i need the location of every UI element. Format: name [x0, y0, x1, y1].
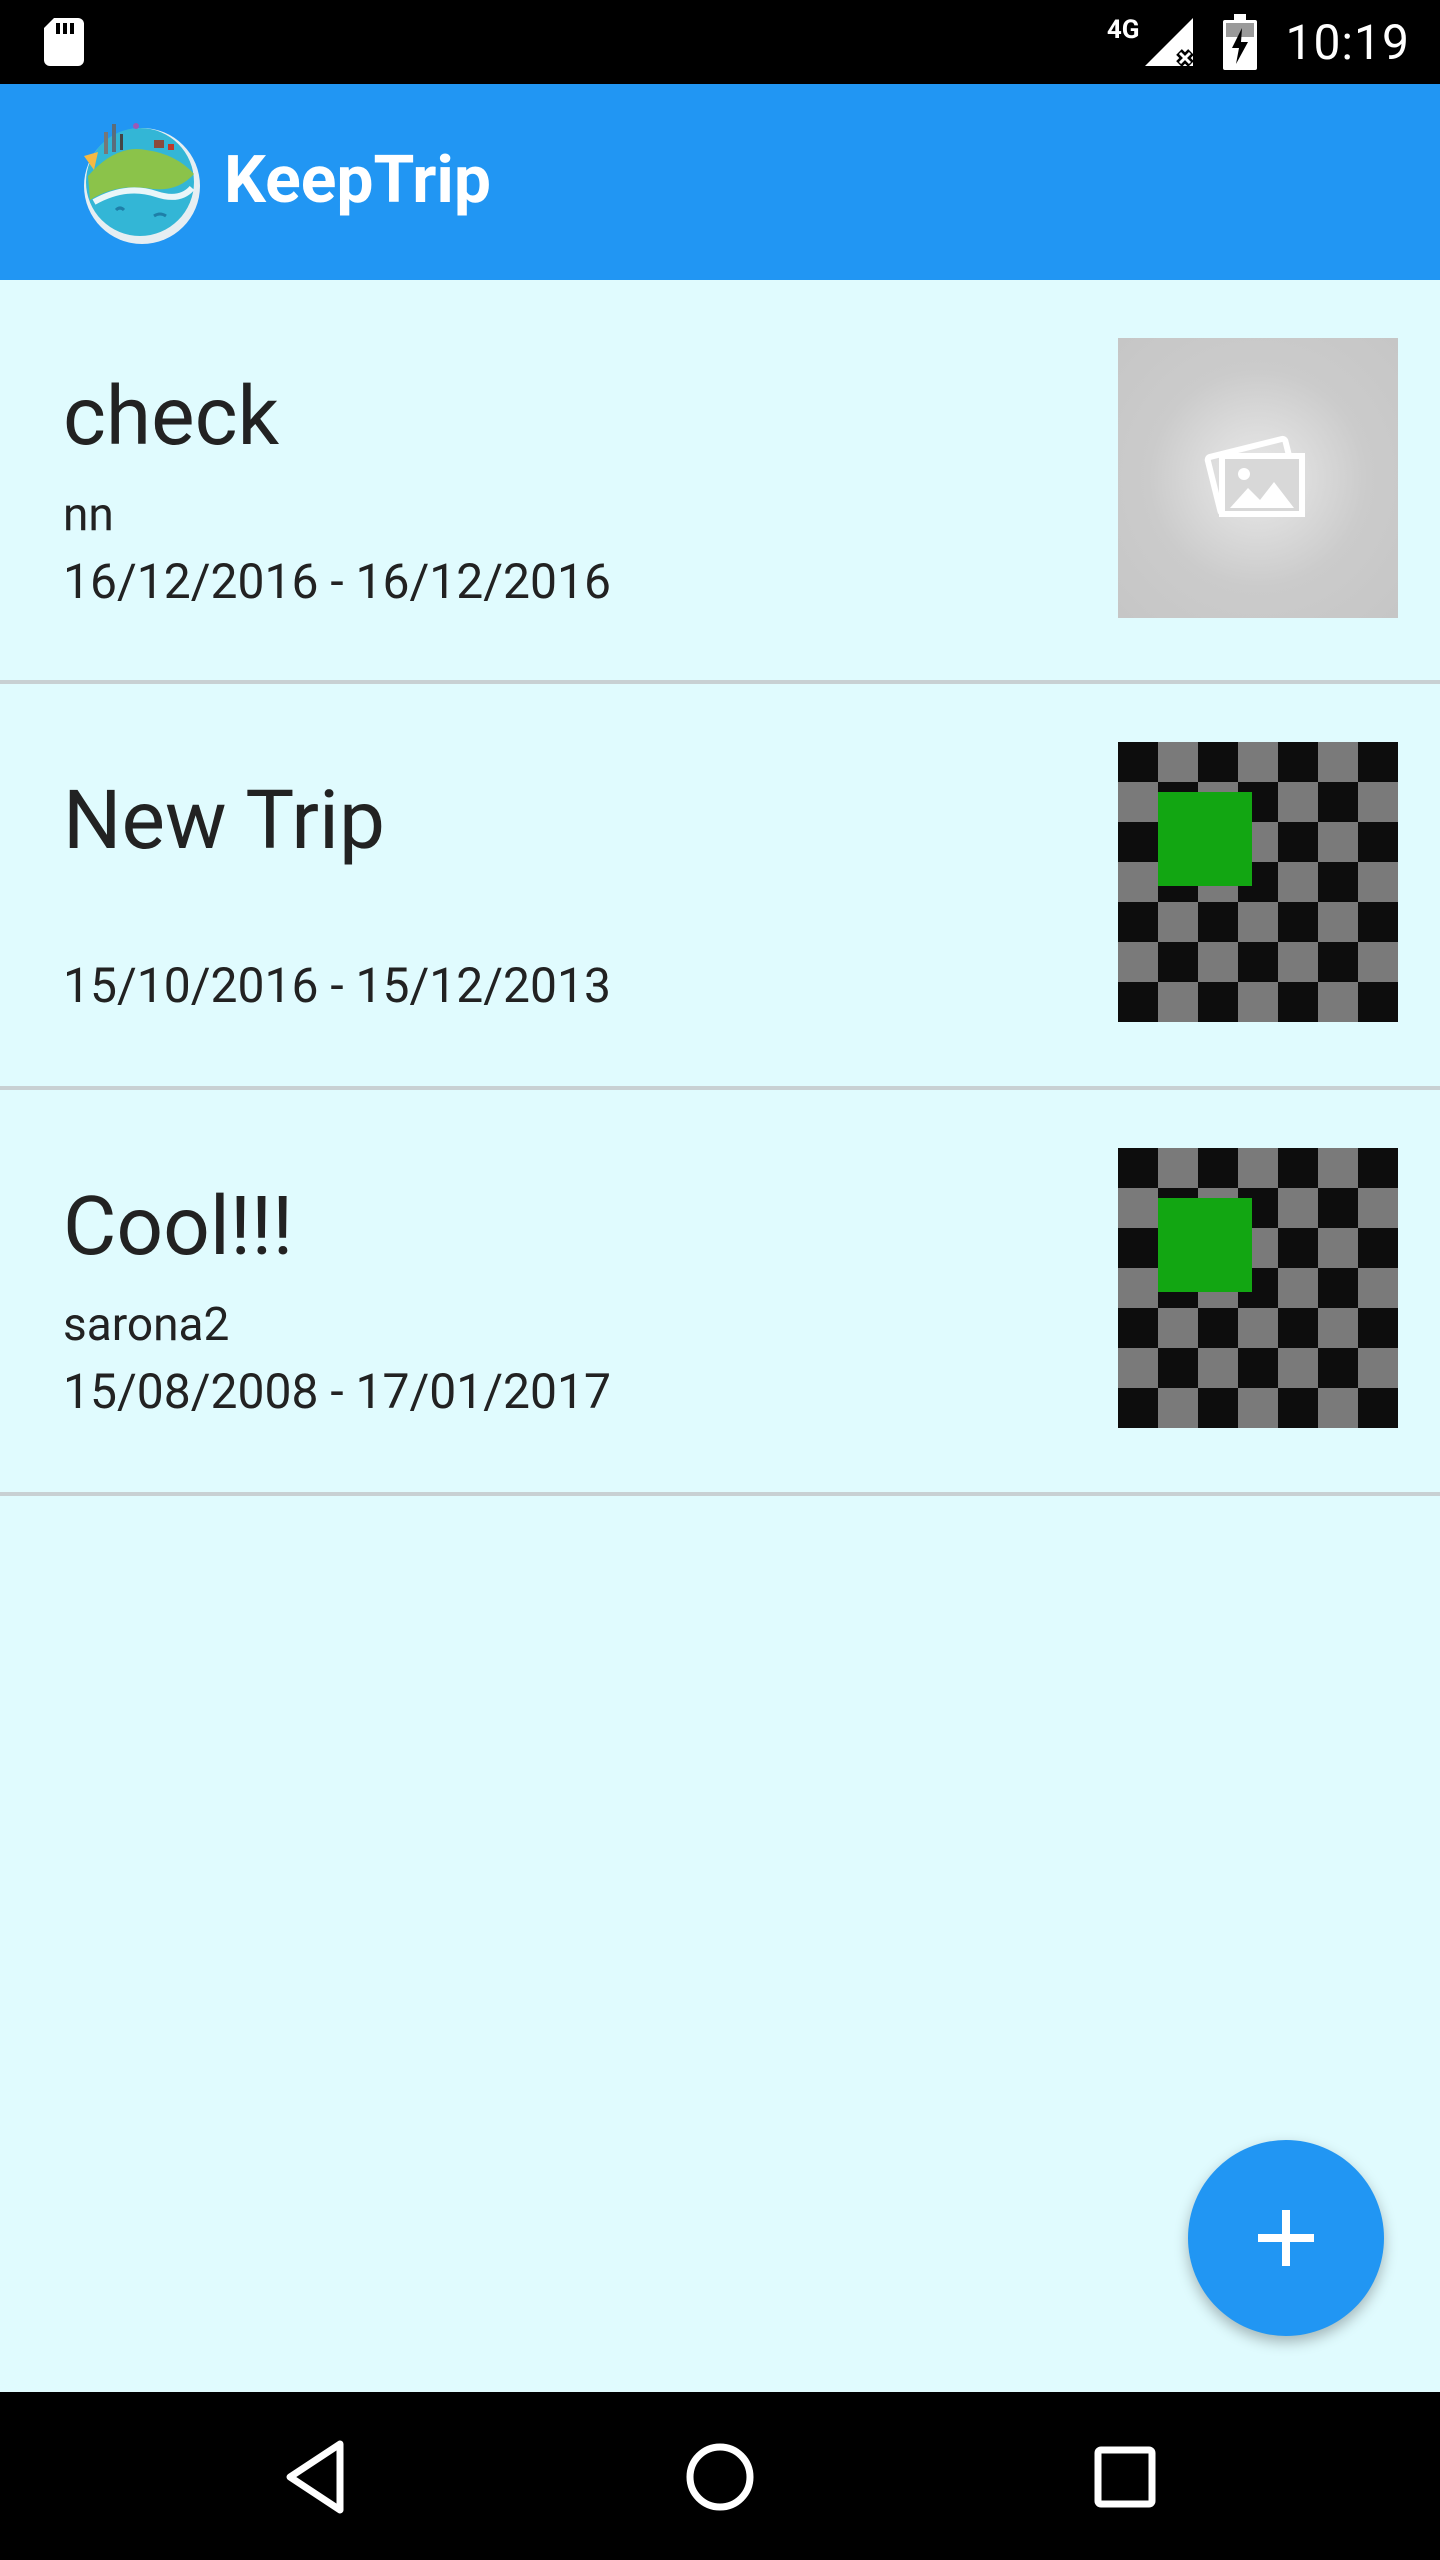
- trip-dates: 15/08/2008 - 17/01/2017: [63, 1363, 611, 1420]
- trip-dates: 16/12/2016 - 16/12/2016: [63, 553, 611, 610]
- trip-subtitle: sarona2: [63, 1298, 230, 1352]
- add-trip-button[interactable]: [1188, 2140, 1384, 2336]
- navigation-bar: [0, 2392, 1440, 2560]
- green-square: [1158, 792, 1252, 886]
- green-square: [1158, 1198, 1252, 1292]
- battery-charging-icon: [1223, 14, 1258, 70]
- trip-name: Cool!!!: [63, 1179, 294, 1275]
- status-bar: 4G 10:19: [0, 0, 1440, 84]
- trip-thumbnail: [1118, 338, 1398, 618]
- sd-card-icon: [44, 18, 84, 66]
- signal-icon: [1145, 18, 1195, 67]
- network-type: 4G: [1106, 15, 1140, 45]
- trip-list-item[interactable]: New Trip 15/10/2016 - 15/12/2013: [0, 684, 1440, 1090]
- placeholder-image-icon: [1204, 435, 1305, 517]
- trip-list-item[interactable]: check nn 16/12/2016 - 16/12/2016: [0, 280, 1440, 684]
- trip-dates: 15/10/2016 - 15/12/2013: [63, 957, 611, 1014]
- home-icon[interactable]: [675, 2432, 765, 2522]
- clock: 10:19: [1285, 13, 1410, 71]
- trip-thumbnail: [1118, 1148, 1398, 1428]
- trip-list-item[interactable]: Cool!!! sarona2 15/08/2008 - 17/01/2017: [0, 1090, 1440, 1496]
- trip-name: check: [63, 369, 280, 465]
- back-icon[interactable]: [272, 2432, 362, 2522]
- trip-subtitle: nn: [63, 488, 114, 542]
- trip-list: check nn 16/12/2016 - 16/12/2016 New Tri…: [0, 280, 1440, 1496]
- app-bar: KeepTrip: [0, 84, 1440, 280]
- recents-icon[interactable]: [1080, 2432, 1170, 2522]
- trip-name: New Trip: [63, 773, 386, 869]
- plus-icon: [1258, 2210, 1314, 2266]
- trip-thumbnail: [1118, 742, 1398, 1022]
- app-logo-icon: [84, 123, 200, 244]
- app-title: KeepTrip: [224, 142, 491, 219]
